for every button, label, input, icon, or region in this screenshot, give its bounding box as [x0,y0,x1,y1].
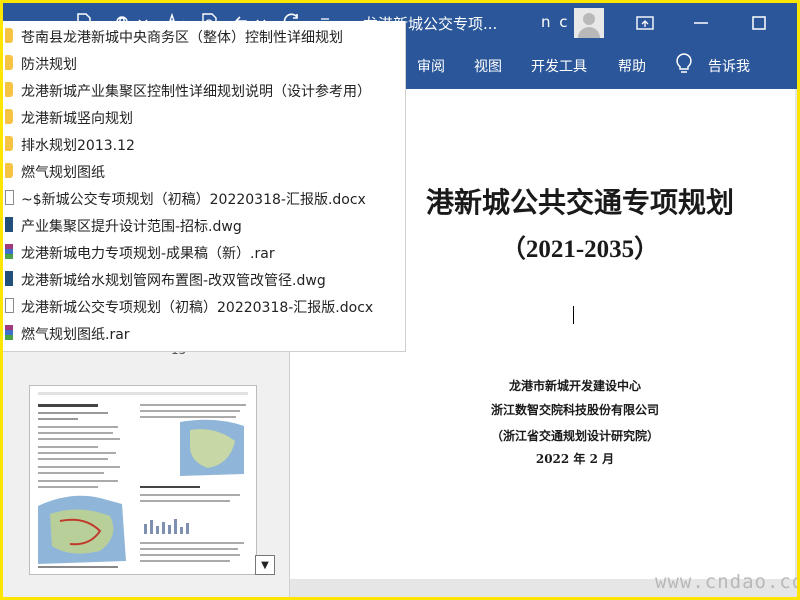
rar-file-icon [5,325,13,340]
dwg-file-icon [5,271,13,286]
folder-icon [5,55,13,70]
tab-view[interactable]: 视图 [474,56,502,76]
list-item[interactable]: 燃气规划图纸 [3,158,405,184]
ribbon-display-options-icon[interactable] [633,11,657,35]
list-item[interactable]: 苍南县龙港新城中央商务区（整体）控制性详细规划 [3,23,405,49]
list-item[interactable]: 龙港新城给水规划管网布置图-改双管改管径.dwg [3,266,405,292]
document-years: （2021-2035） [500,236,660,263]
avatar[interactable] [574,8,604,38]
list-item[interactable]: 产业集聚区提升设计范围-招标.dwg [3,212,405,238]
list-item[interactable]: 龙港新城产业集聚区控制性详细规划说明（设计参考用） [3,77,405,103]
list-item-label: 龙港新城电力专项规划-成果稿（新）.rar [21,246,275,262]
org-line: （浙江省交通规划设计研究院） [490,429,659,443]
minimize-icon[interactable] [689,11,713,35]
folder-icon [5,109,13,124]
tab-review[interactable]: 审阅 [417,56,445,76]
list-item[interactable]: ~$新城公交专项规划（初稿）20220318-汇报版.docx [3,185,405,211]
list-item-label: 产业集聚区提升设计范围-招标.dwg [21,219,242,235]
list-item-label: 燃气规划图纸 [21,165,105,181]
org-line: 浙江数智交院科技股份有限公司 [490,403,659,417]
maximize-icon[interactable] [747,11,771,35]
list-item[interactable]: 燃气规划图纸.rar [3,320,405,346]
recent-items-list: 苍南县龙港新城中央商务区（整体）控制性详细规划 防洪规划 龙港新城产业集聚区控制… [3,21,406,352]
list-item[interactable]: 防洪规划 [3,50,405,76]
text-cursor [573,306,574,324]
user-name[interactable]: n c [541,13,570,31]
folder-icon [5,82,13,97]
folder-icon [5,28,13,43]
document-heading: 港新城公共交通专项规划 [425,186,734,219]
list-item-label: 龙港新城给水规划管网布置图-改双管改管径.dwg [21,273,326,289]
folder-icon [5,163,13,178]
docx-file-icon [5,298,14,313]
list-item-label: 防洪规划 [21,57,77,73]
tab-help[interactable]: 帮助 [618,56,646,76]
list-item[interactable]: 龙港新城电力专项规划-成果稿（新）.rar [3,239,405,265]
docx-file-icon [5,190,14,205]
list-item-label: 燃气规划图纸.rar [21,327,130,343]
list-item[interactable]: 龙港新城竖向规划 [3,104,405,130]
list-item-label: 龙港新城竖向规划 [21,111,133,127]
lightbulb-icon[interactable] [675,53,693,75]
dwg-file-icon [5,217,13,232]
list-item[interactable]: 龙港新城公交专项规划（初稿）20220318-汇报版.docx [3,293,405,319]
scroll-down-button[interactable]: ▼ [255,555,275,575]
list-item-label: 龙港新城产业集聚区控制性详细规划说明（设计参考用） [21,84,371,100]
document-date: 2022 年 2 月 [535,452,615,466]
rar-file-icon [5,244,13,259]
org-line: 龙港市新城开发建设中心 [508,379,641,393]
list-item[interactable]: 排水规划2013.12 [3,131,405,157]
list-item-label: ~$新城公交专项规划（初稿）20220318-汇报版.docx [21,192,366,208]
app-window: 龙港新城公交专项... n c 审阅 视图 开发工具 帮助 告诉我 15 [3,3,797,597]
watermark: www.cndao.com [655,571,797,593]
list-item-label: 龙港新城公交专项规划（初稿）20220318-汇报版.docx [21,300,374,316]
list-item-label: 排水规划2013.12 [21,138,135,154]
list-item-label: 苍南县龙港新城中央商务区（整体）控制性详细规划 [21,30,343,46]
tab-developer[interactable]: 开发工具 [531,56,587,76]
page-thumbnail[interactable] [29,385,257,575]
tell-me-search[interactable]: 告诉我 [708,56,750,76]
folder-icon [5,136,13,151]
